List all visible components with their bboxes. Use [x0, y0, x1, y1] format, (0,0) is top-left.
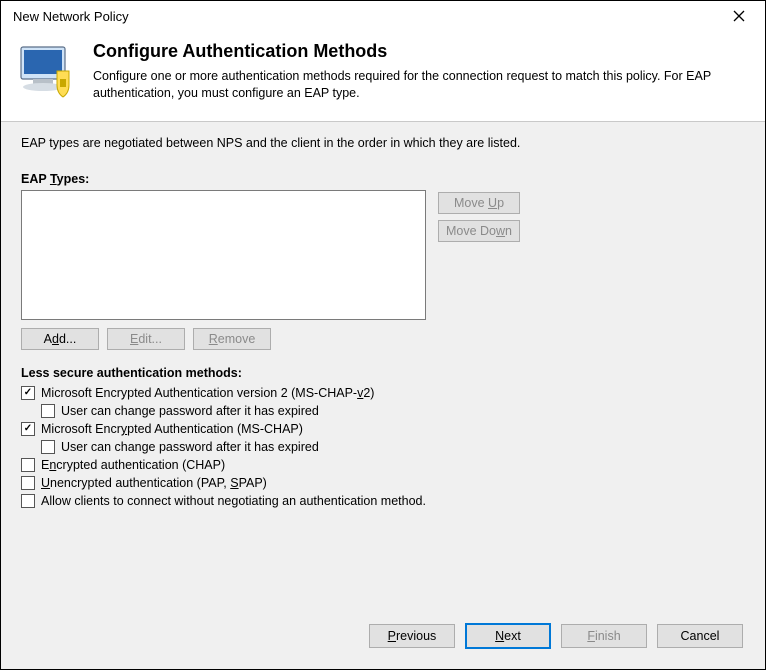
checkbox-label: Unencrypted authentication (PAP, SPAP): [41, 476, 267, 490]
dialog-window: New Network Policy Configure Authenticat…: [0, 0, 766, 670]
next-button[interactable]: Next: [465, 623, 551, 649]
info-line: EAP types are negotiated between NPS and…: [21, 136, 747, 150]
checkbox-label: User can change password after it has ex…: [61, 440, 319, 454]
list-buttons: Add... Edit... Remove: [21, 328, 747, 350]
header-text: Configure Authentication Methods Configu…: [93, 41, 749, 103]
checkbox-icon: [41, 404, 55, 418]
close-icon: [733, 10, 745, 22]
checkbox-icon: [21, 494, 35, 508]
checkbox-label: Encrypted authentication (CHAP): [41, 458, 225, 472]
close-button[interactable]: [723, 1, 755, 31]
remove-button[interactable]: Remove: [193, 328, 271, 350]
eap-row: Move Up Move Down: [21, 190, 747, 320]
eap-types-label: EAP Types:: [21, 172, 747, 186]
footer: Previous Next Finish Cancel: [1, 613, 765, 669]
page-description: Configure one or more authentication met…: [93, 68, 749, 102]
checkbox-label: Allow clients to connect without negotia…: [41, 494, 426, 508]
finish-button[interactable]: Finish: [561, 624, 647, 648]
checkbox-pap[interactable]: Unencrypted authentication (PAP, SPAP): [21, 476, 747, 490]
body: EAP types are negotiated between NPS and…: [1, 122, 765, 613]
previous-button[interactable]: Previous: [369, 624, 455, 648]
checkbox-chap[interactable]: Encrypted authentication (CHAP): [21, 458, 747, 472]
edit-button[interactable]: Edit...: [107, 328, 185, 350]
checkbox-label: Microsoft Encrypted Authentication (MS-C…: [41, 422, 303, 436]
move-down-button[interactable]: Move Down: [438, 220, 520, 242]
add-button[interactable]: Add...: [21, 328, 99, 350]
monitor-shield-icon: [17, 43, 79, 103]
checkbox-icon: [21, 458, 35, 472]
titlebar: New Network Policy: [1, 1, 765, 31]
checkbox-mschap[interactable]: Microsoft Encrypted Authentication (MS-C…: [21, 422, 747, 436]
window-title: New Network Policy: [13, 9, 129, 24]
checkbox-mschap-v2[interactable]: Microsoft Encrypted Authentication versi…: [21, 386, 747, 400]
header: Configure Authentication Methods Configu…: [1, 31, 765, 122]
cancel-button[interactable]: Cancel: [657, 624, 743, 648]
page-title: Configure Authentication Methods: [93, 41, 749, 62]
checkbox-icon: [21, 476, 35, 490]
checkbox-icon: [21, 422, 35, 436]
checkbox-label: User can change password after it has ex…: [61, 404, 319, 418]
move-buttons: Move Up Move Down: [438, 192, 520, 242]
checkbox-mschap-v2-pw[interactable]: User can change password after it has ex…: [41, 404, 747, 418]
move-up-button[interactable]: Move Up: [438, 192, 520, 214]
less-secure-header: Less secure authentication methods:: [21, 366, 747, 380]
eap-types-listbox[interactable]: [21, 190, 426, 320]
checkbox-mschap-pw[interactable]: User can change password after it has ex…: [41, 440, 747, 454]
checkbox-icon: [21, 386, 35, 400]
checkbox-no-auth[interactable]: Allow clients to connect without negotia…: [21, 494, 747, 508]
checkbox-label: Microsoft Encrypted Authentication versi…: [41, 386, 374, 400]
checkbox-icon: [41, 440, 55, 454]
